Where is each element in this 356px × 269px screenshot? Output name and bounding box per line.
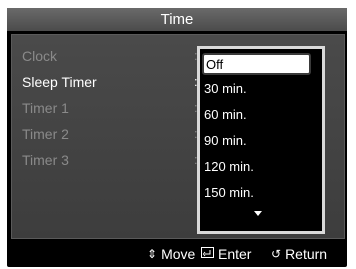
option-30-min[interactable]: 30 min. <box>204 81 247 97</box>
settings-panel: Clock : Sleep Timer : Timer 1 : Timer 2 … <box>11 34 345 239</box>
updown-arrow-icon: ⇕ <box>147 247 158 261</box>
option-120-min[interactable]: 120 min. <box>204 159 254 175</box>
option-150-min[interactable]: 150 min. <box>204 185 254 201</box>
menu-item-timer-1[interactable]: Timer 1 <box>22 100 69 116</box>
window-title: Time <box>7 8 347 31</box>
hint-move-label: Move <box>161 246 196 262</box>
hint-enter-label: Enter <box>218 246 252 262</box>
footer-hints: ⇕ Move Enter ↺ Return <box>7 240 347 267</box>
option-90-min[interactable]: 90 min. <box>204 133 247 149</box>
option-off[interactable]: Off <box>202 53 311 75</box>
hint-enter: Enter <box>201 246 251 262</box>
menu-item-clock[interactable]: Clock <box>22 48 57 64</box>
option-60-min[interactable]: 60 min. <box>204 107 247 123</box>
hint-move: ⇕ Move <box>147 246 195 262</box>
menu-item-sleep-timer[interactable]: Sleep Timer <box>22 74 97 90</box>
hint-return: ↺ Return <box>271 246 327 262</box>
menu-item-timer-2[interactable]: Timer 2 <box>22 126 69 142</box>
enter-icon <box>201 247 214 261</box>
hint-return-label: Return <box>285 246 328 262</box>
menu-item-timer-3[interactable]: Timer 3 <box>22 152 69 168</box>
time-osd-window: Time Clock : Sleep Timer : Timer 1 : Tim… <box>7 8 347 267</box>
sleep-timer-dropdown[interactable]: Off 30 min. 60 min. 90 min. 120 min. 150… <box>197 46 325 234</box>
return-icon: ↺ <box>271 247 282 261</box>
triangle-down-icon[interactable] <box>254 211 262 216</box>
